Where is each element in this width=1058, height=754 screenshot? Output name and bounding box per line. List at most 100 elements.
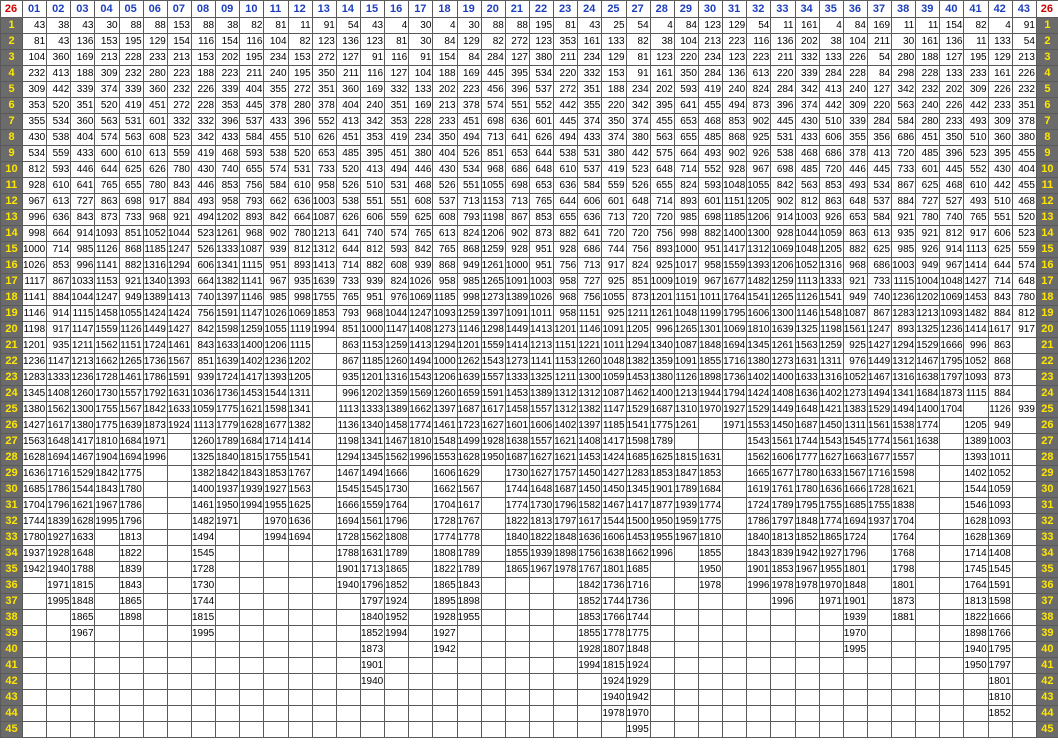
table-cell: 1694 [722,337,748,354]
table-cell: 116 [384,49,410,66]
table-cell: 1927 [46,529,72,546]
table-cell: 43 [21,17,48,34]
row-number-right: 33 [1035,529,1058,546]
table-cell: 419 [697,81,724,98]
table-cell: 1562 [46,401,72,418]
table-row: 34 1937 1928 1648 1822 1545 1788 1631 1789 1808 17… [0,545,1058,562]
table-cell [1011,673,1037,690]
table-cell: 404 [335,97,361,114]
column-header: 31 [722,0,748,18]
table-cell: 1631 [166,385,192,402]
table-cell: 1553 [746,417,772,434]
table-cell: 882 [842,241,868,258]
column-header: 11 [263,0,289,18]
table-cell [335,625,361,642]
table-cell: 1994 [384,625,410,642]
table-cell: 534 [528,65,555,82]
table-cell: 1359 [384,385,410,402]
table-cell: 1625 [287,497,313,514]
table-cell: 360 [70,113,96,130]
table-cell [263,545,289,562]
table-cell: 1730 [94,385,120,402]
table-cell: 1716 [866,465,893,482]
table-cell: 123 [311,33,337,50]
table-cell: 698 [770,161,796,178]
table-cell: 1627 [818,449,844,466]
table-cell: 211 [866,33,893,50]
table-cell: 1848 [553,529,579,546]
table-cell [456,721,482,738]
table-cell: 1136 [335,417,361,434]
table-cell: 968 [142,209,168,226]
table-cell: 1648 [70,545,96,562]
table-cell: 1482 [963,305,989,322]
table-cell: 1639 [215,353,241,370]
column-header: 28 [649,0,675,18]
table-cell: 309 [94,65,120,82]
table-cell: 1026 [408,273,434,290]
table-cell: 1559 [480,337,506,354]
table-cell: 1380 [649,369,675,386]
table-cell: 1199 [697,305,724,322]
table-cell [215,689,241,706]
table-cell: 1141 [239,273,265,290]
table-cell: 1113 [794,273,820,290]
table-cell [335,593,361,610]
table-cell: 574 [263,161,289,178]
table-cell: 1796 [359,577,386,594]
table-cell: 195 [963,49,989,66]
table-cell [553,689,579,706]
table-cell: 1236 [70,369,96,386]
table-cell: 914 [939,241,965,258]
table-cell: 396 [215,113,241,130]
table-cell: 655 [649,177,675,194]
table-cell: 1728 [335,529,361,546]
table-cell [866,689,893,706]
table-cell: 153 [94,33,120,50]
table-cell: 884 [891,193,917,210]
table-cell: 374 [601,129,627,146]
table-cell [528,641,555,658]
table-cell: 1950 [963,657,989,674]
table-cell [142,465,168,482]
table-cell: 1453 [504,385,530,402]
table-cell: 1141 [21,289,48,306]
table-cell: 1026 [528,289,555,306]
table-cell: 584 [866,209,893,226]
table-cell: 1621 [553,449,579,466]
table-cell: 493 [963,113,989,130]
table-cell: 610 [287,177,313,194]
table-cell: 926 [818,209,844,226]
row-number-right: 24 [1035,385,1058,402]
table-cell: 374 [94,81,120,98]
table-cell [770,705,796,722]
table-cell: 127 [866,81,893,98]
table-cell [239,657,265,674]
table-cell: 884 [987,305,1013,322]
table-cell: 1380 [746,353,772,370]
row-number-right: 41 [1035,657,1058,674]
table-cell: 1265 [673,321,699,338]
column-header: 23 [553,0,579,18]
table-cell: 1325 [528,369,555,386]
table-cell [215,545,241,562]
table-cell: 153 [166,17,192,34]
table-cell: 1048 [722,177,748,194]
table-cell: 917 [46,321,72,338]
table-cell: 925 [649,257,675,274]
table-cell: 1955 [818,561,844,578]
table-cell: 1939 [842,609,868,626]
table-cell [215,705,241,722]
table-cell: 613 [142,145,168,162]
table-cell: 951 [697,241,724,258]
table-cell: 378 [311,97,337,114]
table-cell: 935 [335,369,361,386]
table-cell: 1153 [359,337,386,354]
table-cell: 380 [601,145,627,162]
table-cell: 1019 [673,273,699,290]
table-row: 10 812 593 446 644 625 626 780 430 740 655 574 531 73… [0,161,1058,178]
table-cell: 853 [818,177,844,194]
table-cell: 1939 [528,545,555,562]
table-cell [915,561,941,578]
table-cell: 1714 [263,433,289,450]
